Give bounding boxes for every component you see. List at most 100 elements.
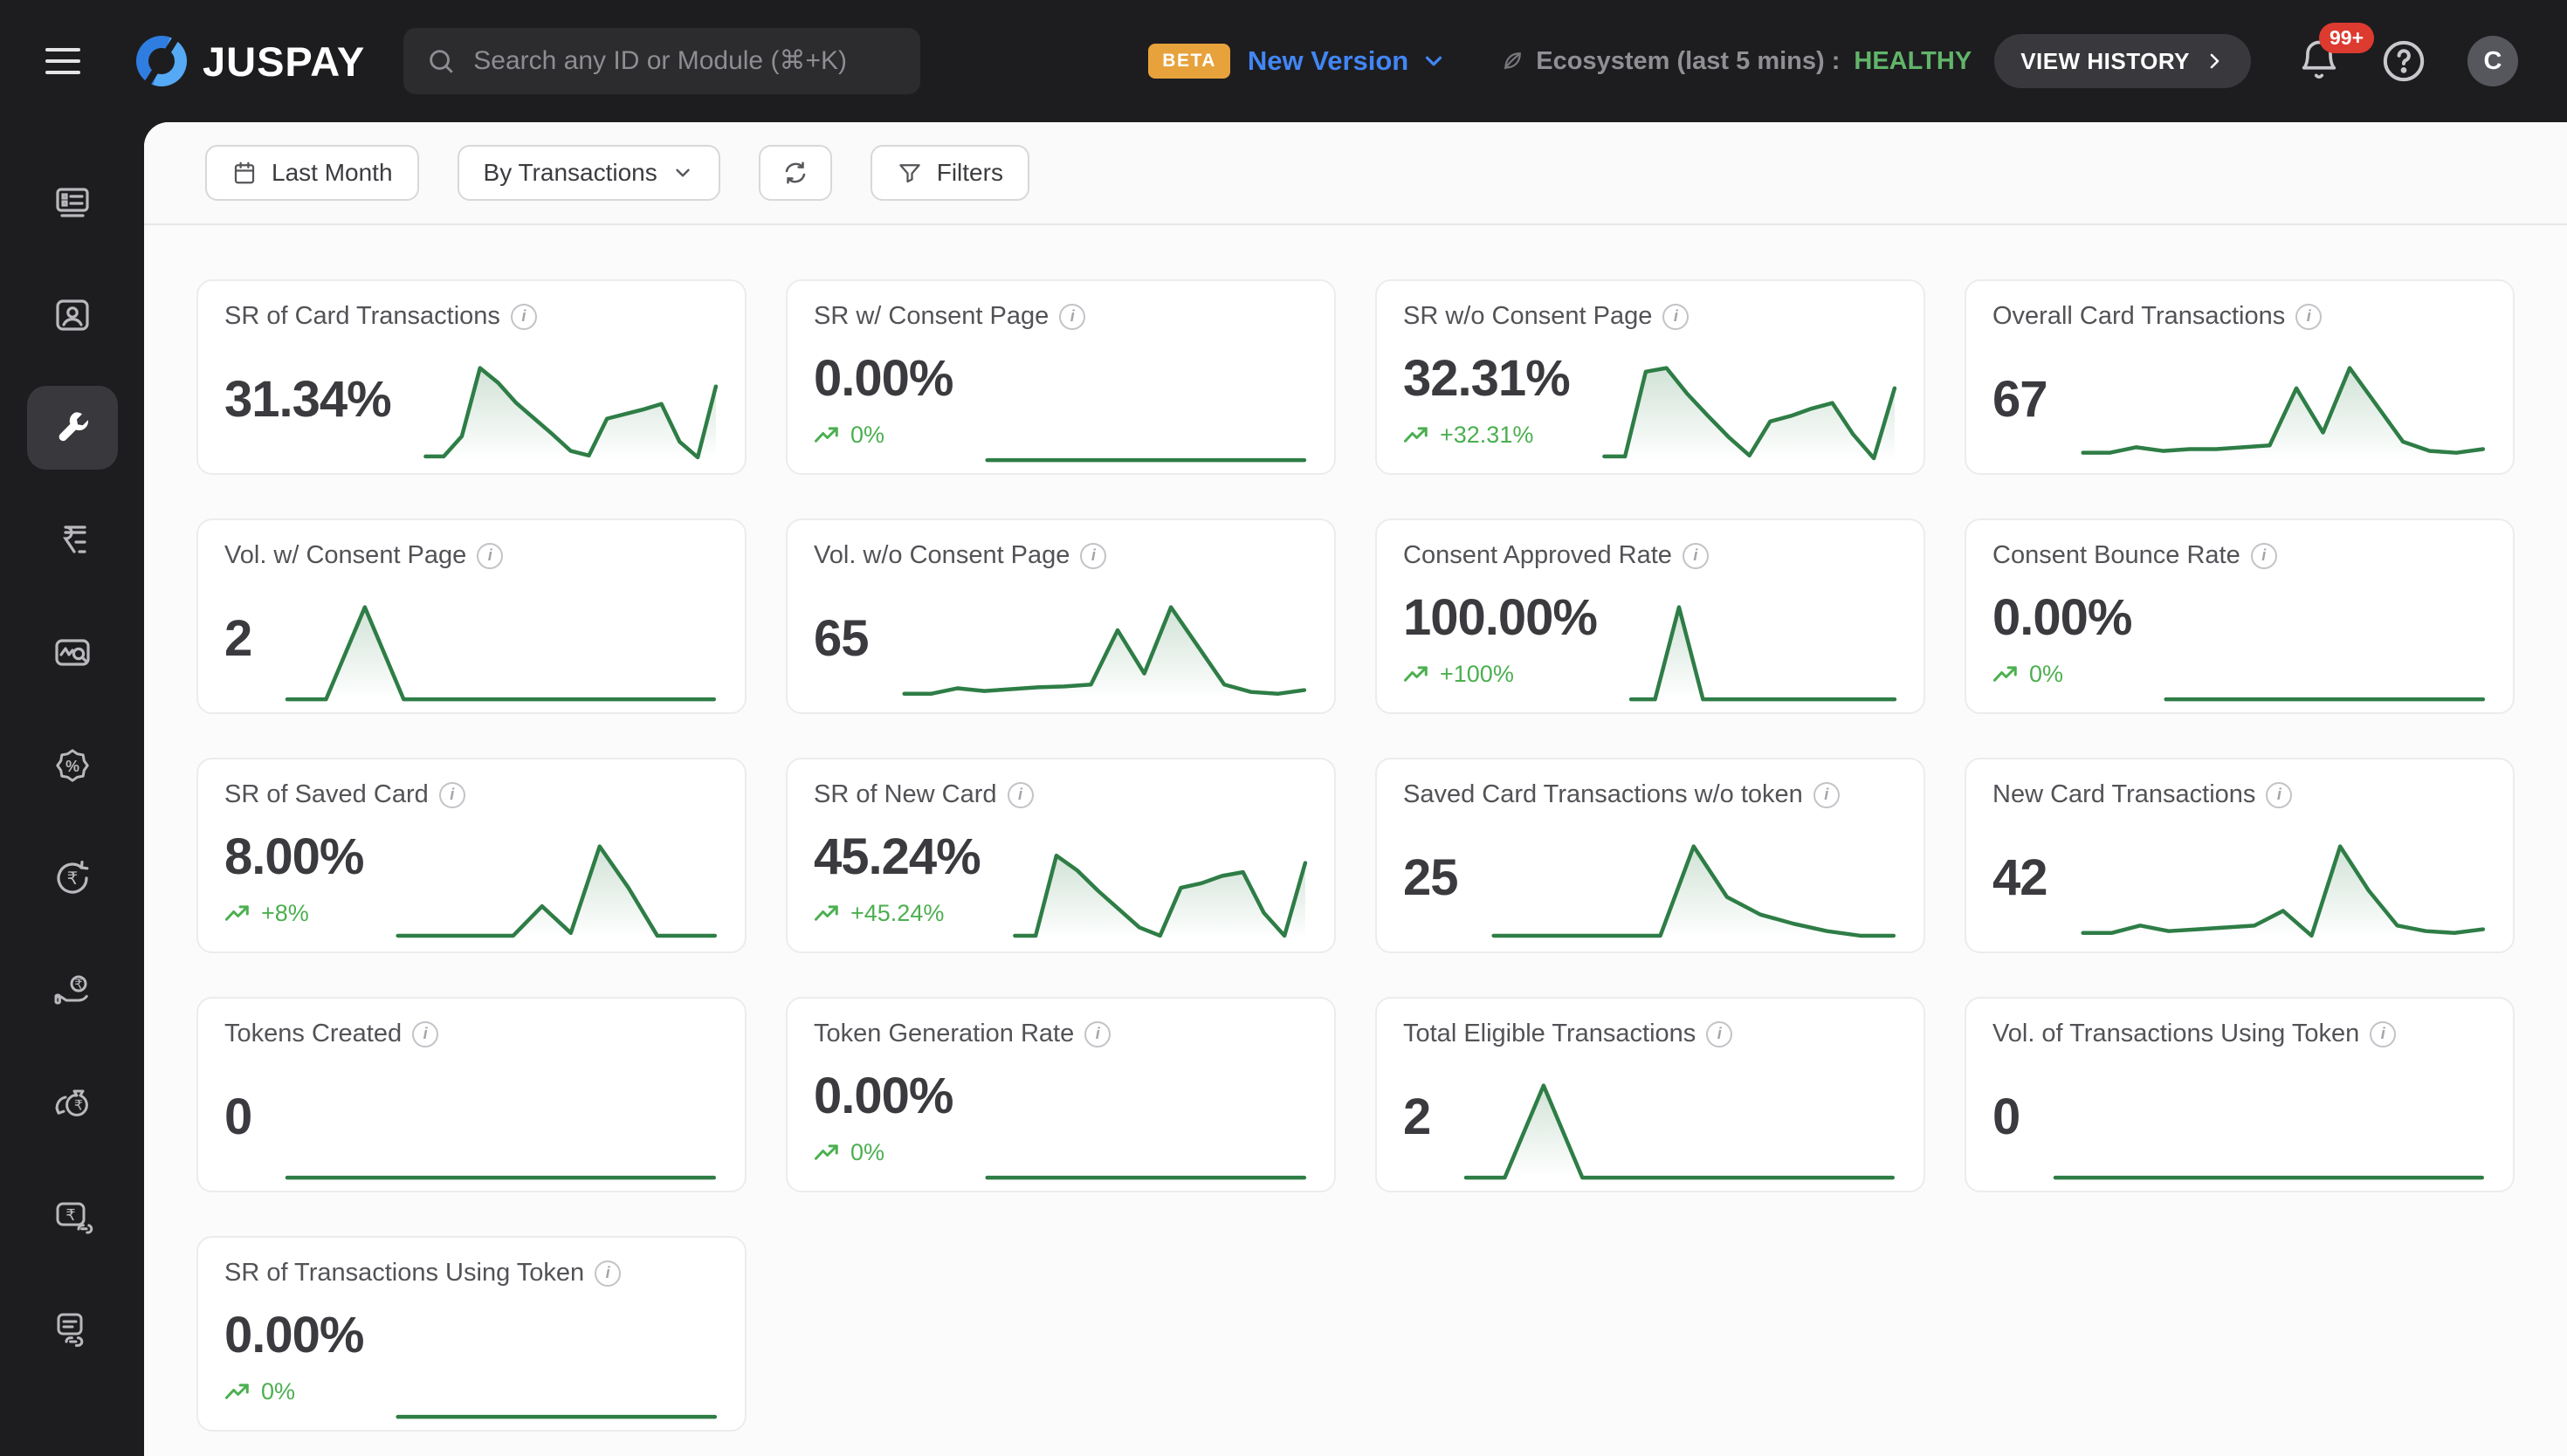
metric-delta: +8% <box>224 900 363 927</box>
info-icon[interactable]: i <box>2295 303 2323 330</box>
metric-title: Total Eligible Transactions <box>1403 1020 1696 1047</box>
top-header: JUSPAY BETA New Version Ecosystem (last … <box>0 0 2567 122</box>
payment-links-icon: ₹ <box>56 1202 93 1234</box>
sparkline-chart <box>1601 357 1897 467</box>
sidebar-item-payment-links[interactable]: ₹ <box>27 1174 118 1258</box>
info-icon[interactable]: i <box>412 1020 439 1047</box>
svg-text:₹: ₹ <box>74 977 83 992</box>
metric-title: New Card Transactions <box>1992 780 2256 808</box>
metric-delta-value: +100% <box>1440 661 1514 687</box>
info-icon[interactable]: i <box>2266 781 2293 808</box>
avatar[interactable]: C <box>2467 36 2518 86</box>
sidebar-item-invoices[interactable] <box>27 498 118 582</box>
sidebar-item-dashboard[interactable] <box>27 161 118 244</box>
date-range-button[interactable]: Last Month <box>205 145 419 201</box>
sparkline-chart <box>395 1314 719 1424</box>
sidebar-item-payouts[interactable]: ₹ <box>27 949 118 1033</box>
metric-title: SR of Card Transactions <box>224 302 500 330</box>
metric-value: 32.31% <box>1403 350 1571 407</box>
info-icon[interactable]: i <box>1080 542 1107 569</box>
metric-card: Vol. w/ Consent Page i 2 <box>196 519 747 714</box>
version-switcher[interactable]: New Version <box>1248 45 1447 77</box>
metric-title: Overall Card Transactions <box>1992 302 2286 330</box>
sparkline-chart <box>984 1075 1308 1185</box>
calendar-icon <box>234 161 255 184</box>
filters-button[interactable]: Filters <box>870 145 1029 201</box>
metric-card: New Card Transactions i 42 <box>1965 758 2515 953</box>
trending-up-icon <box>815 1144 838 1160</box>
info-icon[interactable]: i <box>1682 542 1709 569</box>
sparkline-chart <box>1012 835 1308 945</box>
info-icon[interactable]: i <box>595 1260 622 1287</box>
trending-up-icon <box>1993 665 2017 682</box>
metric-title: SR w/ Consent Page <box>814 302 1050 330</box>
metric-card: Overall Card Transactions i 67 <box>1965 279 2515 475</box>
reports-link-icon <box>57 1313 83 1347</box>
sidebar-item-offers[interactable]: % <box>27 724 118 807</box>
info-icon[interactable]: i <box>2250 542 2277 569</box>
sidebar-item-tools[interactable] <box>26 386 118 470</box>
sparkline-chart <box>1462 1075 1897 1185</box>
sidebar-item-customers[interactable] <box>27 273 118 357</box>
info-icon[interactable]: i <box>477 542 504 569</box>
metric-value: 0.00% <box>814 350 953 407</box>
metric-title: Tokens Created <box>224 1020 403 1047</box>
info-icon[interactable]: i <box>1662 303 1690 330</box>
metric-card: Total Eligible Transactions i 2 <box>1375 997 1925 1192</box>
svg-text:₹: ₹ <box>65 1206 75 1225</box>
refresh-button[interactable] <box>758 145 832 201</box>
notifications-button[interactable]: 99+ <box>2296 22 2375 86</box>
metric-delta: +32.31% <box>1403 422 1570 449</box>
metric-delta-value: +45.24% <box>850 900 945 926</box>
metrics-grid: SR of Card Transactions i 31.34% SR w/ Cons… <box>144 225 2567 1432</box>
info-icon[interactable]: i <box>438 781 465 808</box>
svg-text:₹: ₹ <box>73 1097 82 1114</box>
filter-icon <box>898 164 920 183</box>
metric-card: SR of Card Transactions i 31.34% <box>196 279 747 475</box>
trending-up-icon <box>1404 665 1428 682</box>
sparkline-chart <box>1490 835 1897 945</box>
ecosystem-label: Ecosystem (last 5 mins) : <box>1536 46 1841 75</box>
metric-delta: 0% <box>814 1139 953 1166</box>
metric-value: 25 <box>1403 848 1459 906</box>
ecosystem-status: HEALTHY <box>1854 46 1972 75</box>
metric-value: 67 <box>1992 370 2048 428</box>
metric-card: Token Generation Rate i 0.00% 0% <box>786 997 1336 1192</box>
group-by-dropdown[interactable]: By Transactions <box>457 145 720 201</box>
info-icon[interactable]: i <box>1084 1020 1111 1047</box>
metric-delta: +45.24% <box>814 900 981 927</box>
global-search[interactable] <box>403 28 921 94</box>
help-button[interactable] <box>2380 38 2427 85</box>
search-input[interactable] <box>471 45 898 77</box>
sidebar-item-refunds[interactable]: ₹ <box>27 836 118 920</box>
search-icon <box>430 50 454 73</box>
sparkline-chart <box>1628 596 1897 706</box>
date-range-label: Last Month <box>272 159 393 186</box>
info-icon[interactable]: i <box>1813 781 1840 808</box>
info-icon[interactable]: i <box>1059 303 1086 330</box>
refunds-icon: ₹ <box>56 860 88 894</box>
info-icon[interactable]: i <box>2370 1020 2397 1047</box>
juspay-logo: JUSPAY <box>136 36 365 86</box>
group-by-label: By Transactions <box>483 159 657 186</box>
sidebar-item-settlements[interactable]: ₹ <box>27 1061 118 1145</box>
notification-count-badge: 99+ <box>2319 22 2375 53</box>
hamburger-menu-icon[interactable] <box>45 48 80 74</box>
metric-delta-value: 0% <box>2029 661 2064 687</box>
sparkline-chart <box>2051 1075 2487 1185</box>
metric-card: SR w/ Consent Page i 0.00% 0% <box>786 279 1336 475</box>
sidebar-item-analytics[interactable] <box>27 611 118 695</box>
payouts-icon: ₹ <box>54 975 88 1005</box>
info-icon[interactable]: i <box>1007 781 1034 808</box>
sparkline-chart <box>423 357 719 467</box>
sidebar-item-reports-link[interactable] <box>27 1287 118 1370</box>
metric-card: Vol. w/o Consent Page i 65 <box>786 519 1336 714</box>
trending-up-icon <box>1404 426 1428 443</box>
metric-value: 0 <box>1992 1088 2020 1145</box>
view-history-button[interactable]: VIEW HISTORY <box>1994 34 2251 88</box>
trending-up-icon <box>815 426 838 443</box>
info-icon[interactable]: i <box>510 303 537 330</box>
sparkline-chart <box>2079 835 2487 945</box>
svg-text:₹: ₹ <box>66 868 78 889</box>
info-icon[interactable]: i <box>1706 1020 1733 1047</box>
